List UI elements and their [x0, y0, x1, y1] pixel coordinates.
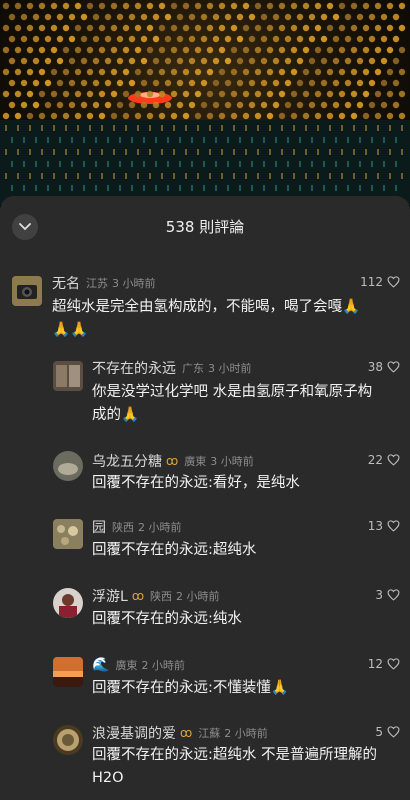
- heart-outline-icon: [387, 658, 400, 670]
- like-button[interactable]: 38: [368, 360, 400, 374]
- comment-region: 广东: [182, 362, 204, 375]
- comment-time: 2 小時前: [224, 727, 268, 740]
- comment-region: 陕西: [150, 590, 173, 603]
- commenter-name[interactable]: 无名: [52, 273, 80, 293]
- comment-region: 廣東: [115, 659, 138, 672]
- comment-text: 你是没学过化学吧 水是由氢原子和氧原子构 成的🙏: [92, 384, 373, 423]
- commenter-name[interactable]: 不存在的永远: [92, 358, 176, 378]
- avatar[interactable]: [53, 657, 83, 687]
- user-badge-icon: ꝏ: [166, 454, 179, 468]
- commenter-name[interactable]: 园: [92, 517, 106, 537]
- like-button[interactable]: 112: [360, 275, 400, 289]
- heart-outline-icon: [387, 726, 400, 738]
- comment-time: 3 小时前: [208, 362, 252, 375]
- comment-text: 超纯水是完全由氢构成的，不能喝，喝了会嘎🙏 🙏🙏: [52, 299, 361, 338]
- avatar[interactable]: [53, 588, 83, 618]
- commenter-name[interactable]: 🌊: [92, 657, 109, 673]
- comment-region: 廣東: [184, 455, 207, 468]
- avatar[interactable]: [53, 725, 83, 755]
- comment-text: 回覆不存在的永远:不懂装懂🙏: [92, 680, 289, 696]
- comment-text: 回覆不存在的永远:超纯水 不是普遍所理解的 H2O: [92, 747, 377, 786]
- like-button[interactable]: 3: [375, 588, 400, 602]
- heart-outline-icon: [387, 276, 400, 288]
- comment-time: 2 小時前: [176, 590, 220, 603]
- like-button[interactable]: 12: [368, 657, 400, 671]
- comment-text: 回覆不存在的永远:看好，是纯水: [92, 475, 300, 491]
- comment-region: 江苏: [86, 277, 108, 290]
- like-count: 5: [375, 725, 383, 739]
- like-button[interactable]: 13: [368, 519, 400, 533]
- comment-time: 2 小時前: [141, 659, 185, 672]
- comment-text: 回覆不存在的永远:超纯水: [92, 542, 257, 558]
- heart-outline-icon: [387, 361, 400, 373]
- photomultiplier-tank-image: [0, 2, 410, 205]
- avatar[interactable]: [53, 519, 83, 549]
- heart-outline-icon: [387, 520, 400, 532]
- like-count: 22: [367, 453, 383, 467]
- comment-time: 2 小時前: [138, 521, 182, 534]
- comment-text: 回覆不存在的永远:纯水: [92, 611, 242, 627]
- like-button[interactable]: 5: [375, 725, 400, 739]
- like-count: 3: [375, 588, 383, 602]
- commenter-name[interactable]: 浪漫基调的爱: [92, 723, 176, 743]
- comment-region: 江蘇: [198, 727, 221, 740]
- heart-outline-icon: [387, 589, 400, 601]
- like-count: 12: [367, 657, 383, 671]
- comment-time: 3 小時前: [210, 455, 254, 468]
- avatar[interactable]: [53, 361, 83, 391]
- like-count: 112: [360, 275, 383, 289]
- comment-region: 陕西: [112, 521, 134, 534]
- like-count: 13: [367, 519, 383, 533]
- heart-outline-icon: [387, 454, 400, 466]
- like-button[interactable]: 22: [368, 453, 400, 467]
- comment-time: 3 小時前: [112, 277, 156, 290]
- commenter-name[interactable]: 浮游L: [92, 586, 128, 606]
- user-badge-icon: ꝏ: [131, 589, 145, 603]
- avatar[interactable]: [53, 451, 83, 481]
- like-count: 38: [367, 360, 383, 374]
- comments-count-title: 538 則評論: [165, 218, 245, 236]
- avatar[interactable]: [12, 276, 42, 306]
- video-preview-image[interactable]: [0, 0, 410, 205]
- commenter-name[interactable]: 乌龙五分糖: [92, 451, 162, 471]
- comments-header: 538 則評論: [0, 196, 410, 256]
- user-badge-icon: ꝏ: [180, 726, 193, 740]
